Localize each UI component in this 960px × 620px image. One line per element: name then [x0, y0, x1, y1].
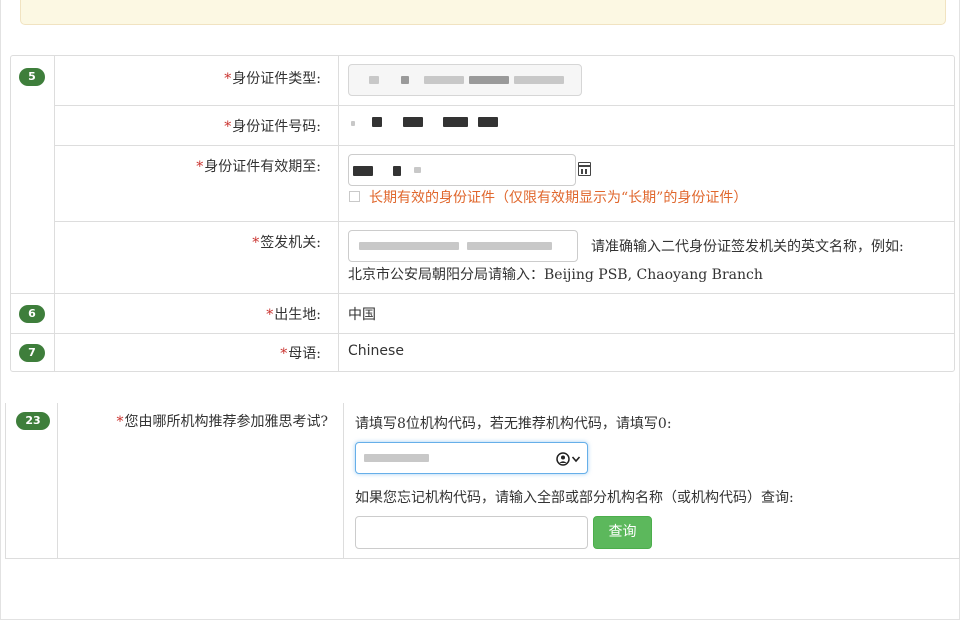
- user-circle-icon: [556, 452, 570, 466]
- redacted-text: [414, 167, 421, 173]
- institution-search-input[interactable]: [355, 516, 588, 549]
- row-divider: [54, 145, 954, 146]
- redacted-text: [401, 76, 409, 84]
- id-number-value[interactable]: [348, 111, 508, 135]
- required-star: *: [266, 307, 274, 323]
- native-language-label: *母语:: [55, 343, 321, 363]
- redacted-text: [478, 117, 498, 127]
- redacted-text: [351, 121, 355, 126]
- redacted-text: [467, 242, 552, 250]
- chevron-down-icon: [571, 456, 581, 463]
- issuing-authority-input[interactable]: [348, 230, 578, 262]
- issuing-authority-label: *签发机关:: [55, 232, 321, 252]
- required-star: *: [224, 119, 232, 135]
- question-number-badge: 7: [19, 344, 45, 362]
- native-language-label-text: 母语:: [288, 346, 321, 362]
- id-expiry-label: *身份证件有效期至:: [55, 156, 321, 176]
- id-expiry-date-input[interactable]: [348, 154, 576, 186]
- institution-code-select[interactable]: [355, 442, 588, 474]
- issuing-authority-label-text: 签发机关:: [260, 235, 321, 251]
- issuing-authority-example: 北京市公安局朝阳分局请输入：Beijing PSB, Chaoyang Bran…: [348, 267, 763, 283]
- recommending-institution-label: *您由哪所机构推荐参加雅思考试?: [58, 411, 328, 431]
- redacted-text: [424, 76, 464, 84]
- required-star: *: [116, 414, 124, 430]
- recommending-institution-section: 23 *您由哪所机构推荐参加雅思考试? 请填写8位机构代码，若无推荐机构代码，请…: [5, 403, 960, 559]
- calendar-icon[interactable]: [578, 162, 591, 176]
- id-number-label: *身份证件号码:: [55, 116, 321, 136]
- redacted-text: [514, 76, 564, 84]
- identity-section: 5 *身份证件类型: *身份证件号码: *身份证件有效期至: 长期有效的身份证件…: [10, 55, 955, 372]
- question-number-badge: 23: [16, 412, 50, 430]
- column-divider: [343, 403, 344, 558]
- redacted-text: [353, 166, 373, 176]
- row-divider: [11, 333, 954, 334]
- institution-code-hint: 请填写8位机构代码，若无推荐机构代码，请填写0:: [355, 416, 672, 432]
- id-number-label-text: 身份证件号码:: [232, 119, 321, 135]
- native-language-value: Chinese: [348, 343, 404, 359]
- id-type-label-text: 身份证件类型:: [232, 71, 321, 87]
- redacted-text: [469, 76, 509, 84]
- redacted-text: [443, 117, 468, 127]
- birthplace-label-text: 出生地:: [274, 307, 321, 323]
- question-number-badge: 5: [19, 68, 45, 86]
- issuing-authority-hint: 请准确输入二代身份证签发机关的英文名称，例如:: [591, 239, 904, 255]
- redacted-text: [403, 117, 423, 127]
- recommending-institution-label-text: 您由哪所机构推荐参加雅思考试?: [124, 414, 328, 430]
- notice-box: [20, 0, 946, 25]
- row-divider: [11, 293, 954, 294]
- required-star: *: [252, 235, 260, 251]
- query-button[interactable]: 查询: [593, 516, 652, 549]
- id-type-label: *身份证件类型:: [55, 68, 321, 88]
- column-divider: [338, 56, 339, 371]
- id-type-select[interactable]: [348, 64, 582, 96]
- redacted-text: [393, 166, 401, 176]
- redacted-text: [359, 242, 459, 250]
- row-divider: [54, 221, 954, 222]
- row-divider: [54, 105, 954, 106]
- redacted-text: [369, 76, 379, 84]
- birthplace-value: 中国: [348, 307, 376, 323]
- required-star: *: [196, 159, 204, 175]
- birthplace-label: *出生地:: [55, 304, 321, 324]
- long-term-checkbox[interactable]: [349, 191, 360, 202]
- id-expiry-label-text: 身份证件有效期至:: [204, 159, 321, 175]
- required-star: *: [280, 346, 288, 362]
- long-term-checkbox-label[interactable]: 长期有效的身份证件（仅限有效期显示为“长期”的身份证件）: [369, 187, 747, 207]
- required-star: *: [224, 71, 232, 87]
- institution-lookup-hint: 如果您忘记机构代码，请输入全部或部分机构名称（或机构代码）查询:: [355, 490, 794, 506]
- redacted-text: [364, 454, 429, 462]
- question-number-badge: 6: [19, 305, 45, 323]
- redacted-text: [372, 117, 382, 127]
